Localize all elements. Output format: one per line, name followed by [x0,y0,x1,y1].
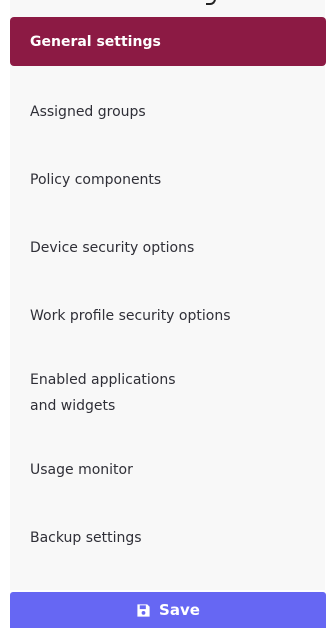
menu-item-label: Device security options [30,240,195,256]
menu-item-label: Usage monitor [30,462,133,478]
menu-item-policy-components[interactable]: Policy components [10,146,326,214]
cropped-glyph [200,0,226,6]
menu-item-label: Assigned groups [30,104,146,120]
menu-item-label: Enabled applications and widgets [30,372,176,414]
settings-menu: General settings Assigned groups Policy … [10,17,326,572]
menu-item-label: Work profile security options [30,308,231,324]
menu-item-enabled-applications[interactable]: Enabled applications and widgets [10,350,326,436]
settings-sidebar: General settings Assigned groups Policy … [0,0,326,628]
floppy-disk-icon [137,603,150,617]
save-button[interactable]: Save [10,592,326,628]
cropped-glyph-shape [206,0,216,5]
menu-item-label: Backup settings [30,530,142,546]
menu-item-label: Policy components [30,172,162,188]
save-button-label: Save [159,601,200,619]
menu-item-label: General settings [30,33,161,50]
menu-item-work-profile-security-options[interactable]: Work profile security options [10,282,326,350]
menu-item-assigned-groups[interactable]: Assigned groups [10,78,326,146]
menu-item-backup-settings[interactable]: Backup settings [10,504,326,572]
menu-item-general-settings[interactable]: General settings [10,17,326,66]
menu-item-usage-monitor[interactable]: Usage monitor [10,436,326,504]
menu-item-device-security-options[interactable]: Device security options [10,214,326,282]
